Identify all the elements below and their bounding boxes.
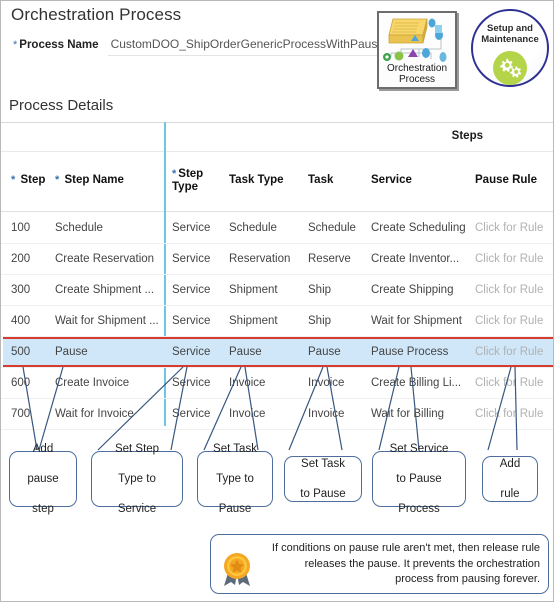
table-row[interactable]: 700 Wait for Invoice Service Invoice Invoice… — [1, 399, 553, 430]
cell-pause-rule[interactable]: Click for Rule — [475, 253, 551, 265]
table-row[interactable]: 500 Pause Service Pause Pause Pause Process Cl… — [1, 337, 553, 368]
cell-pause-rule[interactable]: Click for Rule — [475, 284, 551, 296]
cell-step: 300 — [11, 284, 31, 296]
cell-step-name: Wait for Invoice — [55, 408, 134, 420]
cell-pause-rule[interactable]: Click for Rule — [475, 346, 551, 358]
required-marker-icon: * — [11, 174, 16, 186]
column-header-step-type-line1: Step — [178, 168, 204, 180]
cell-step-name: Wait for Shipment ... — [55, 315, 159, 327]
callout-set-task: Set Task to Pause — [284, 456, 362, 502]
process-details-table: Steps * Step * Step Name * Step Type Task… — [1, 122, 553, 430]
cell-step-name: Schedule — [55, 222, 103, 234]
column-header-task-type[interactable]: Task Type — [229, 174, 284, 187]
cell-task: Invoice — [308, 408, 345, 420]
cell-step-name: Create Shipment ... — [55, 284, 155, 296]
table-group-header-row: Steps — [1, 122, 553, 152]
process-name-value[interactable]: CustomDOO_ShipOrderGenericProcessWithPau… — [111, 37, 384, 51]
column-header-pause-rule[interactable]: Pause Rule — [475, 174, 537, 187]
cell-step: 100 — [11, 222, 31, 234]
cell-step-type: Service — [172, 408, 211, 420]
table-row[interactable]: 200 Create Reservation Service Reservation R… — [1, 244, 553, 275]
process-name-field-row: * Process Name CustomDOO_ShipOrderGeneri… — [13, 37, 384, 51]
process-name-label: Process Name — [19, 39, 99, 51]
cell-pause-rule[interactable]: Click for Rule — [475, 377, 551, 389]
callout-set-task-type: Set Task Type to Pause — [197, 443, 273, 515]
cell-step-type: Service — [172, 315, 211, 327]
column-header-step-name-label: Step Name — [64, 174, 124, 186]
setup-icon-label: Setup and Maintenance — [481, 23, 539, 45]
column-header-step[interactable]: * Step — [11, 174, 45, 187]
group-header-steps: Steps — [451, 130, 483, 142]
cell-task-type: Invoice — [229, 408, 266, 420]
cell-service: Wait for Shipment — [371, 315, 462, 327]
cell-step-name: Create Reservation — [55, 253, 155, 265]
column-header-step-name[interactable]: * Step Name — [55, 174, 124, 187]
cell-service: Create Shipping — [371, 284, 454, 296]
required-marker-icon: * — [13, 39, 18, 51]
note-text: If conditions on pause rule aren't met, … — [271, 542, 540, 585]
table-row[interactable]: 100 Schedule Service Schedule Schedule Create… — [1, 213, 553, 244]
cell-task: Ship — [308, 315, 332, 327]
orchestration-process-page: Orchestration Process * Process Name Cus… — [0, 0, 554, 602]
column-header-step-type[interactable]: * Step Type — [172, 168, 216, 194]
orchestration-process-icon[interactable]: Orchestration Process — [377, 11, 457, 89]
page-title: Orchestration Process — [11, 5, 182, 24]
cell-pause-rule[interactable]: Click for Rule — [475, 315, 551, 327]
cell-service: Create Inventor... — [371, 253, 460, 265]
cell-service: Wait for Billing — [371, 408, 445, 420]
gear-icon — [493, 51, 527, 85]
cell-pause-rule[interactable]: Click for Rule — [475, 222, 551, 234]
cell-task: Ship — [308, 284, 332, 296]
callout-add-pause-step: Add pause step — [9, 443, 77, 515]
cell-task-type: Shipment — [229, 284, 278, 296]
cell-step: 500 — [11, 346, 31, 358]
cell-step-type: Service — [172, 284, 211, 296]
section-title: Process Details — [9, 97, 114, 114]
cell-task-type: Shipment — [229, 315, 278, 327]
table-row[interactable]: 600 Create Invoice Service Invoice Invoice Cr… — [1, 368, 553, 399]
cell-task-type: Reservation — [229, 253, 291, 265]
cell-step-type: Service — [172, 377, 211, 389]
column-header-step-type-line2: Type — [172, 181, 198, 193]
cell-service: Create Billing Li... — [371, 377, 462, 389]
cell-step: 600 — [11, 377, 31, 389]
cell-task: Reserve — [308, 253, 351, 265]
award-medal-icon — [224, 553, 250, 586]
cell-step-type: Service — [172, 346, 211, 358]
cell-step-type: Service — [172, 222, 211, 234]
cell-task-type: Invoice — [229, 377, 266, 389]
cell-step: 700 — [11, 408, 31, 420]
orchestration-icon-label: Orchestration Process — [386, 63, 448, 85]
table-header-row: * Step * Step Name * Step Type Task Type … — [1, 152, 553, 212]
cell-step: 400 — [11, 315, 31, 327]
cell-step: 200 — [11, 253, 31, 265]
table-row[interactable]: 400 Wait for Shipment ... Service Shipment S… — [1, 306, 553, 337]
cell-step-name: Create Invoice — [55, 377, 130, 389]
cell-task: Schedule — [308, 222, 356, 234]
note-box: If conditions on pause rule aren't met, … — [210, 534, 549, 594]
required-marker-icon: * — [172, 168, 177, 180]
column-header-service[interactable]: Service — [371, 174, 412, 187]
cell-task-type: Pause — [229, 346, 262, 358]
setup-and-maintenance-icon[interactable]: Setup and Maintenance — [471, 9, 549, 87]
cell-task: Invoice — [308, 377, 345, 389]
table-row[interactable]: 300 Create Shipment ... Service Shipment Shi… — [1, 275, 553, 306]
required-marker-icon: * — [55, 174, 60, 186]
cell-service: Create Scheduling — [371, 222, 466, 234]
cell-pause-rule[interactable]: Click for Rule — [475, 408, 551, 420]
column-header-step-label: Step — [20, 174, 46, 186]
callout-set-service: Set Service to Pause Process — [372, 443, 466, 515]
callout-add-rule: Add rule — [482, 456, 538, 502]
cell-service: Pause Process — [371, 346, 449, 358]
cell-step-type: Service — [172, 253, 211, 265]
column-header-task[interactable]: Task — [308, 174, 333, 187]
cell-task-type: Schedule — [229, 222, 277, 234]
cell-step-name: Pause — [55, 346, 88, 358]
cell-task: Pause — [308, 346, 341, 358]
callout-set-step-type: Set Step Type to Service — [91, 443, 183, 515]
